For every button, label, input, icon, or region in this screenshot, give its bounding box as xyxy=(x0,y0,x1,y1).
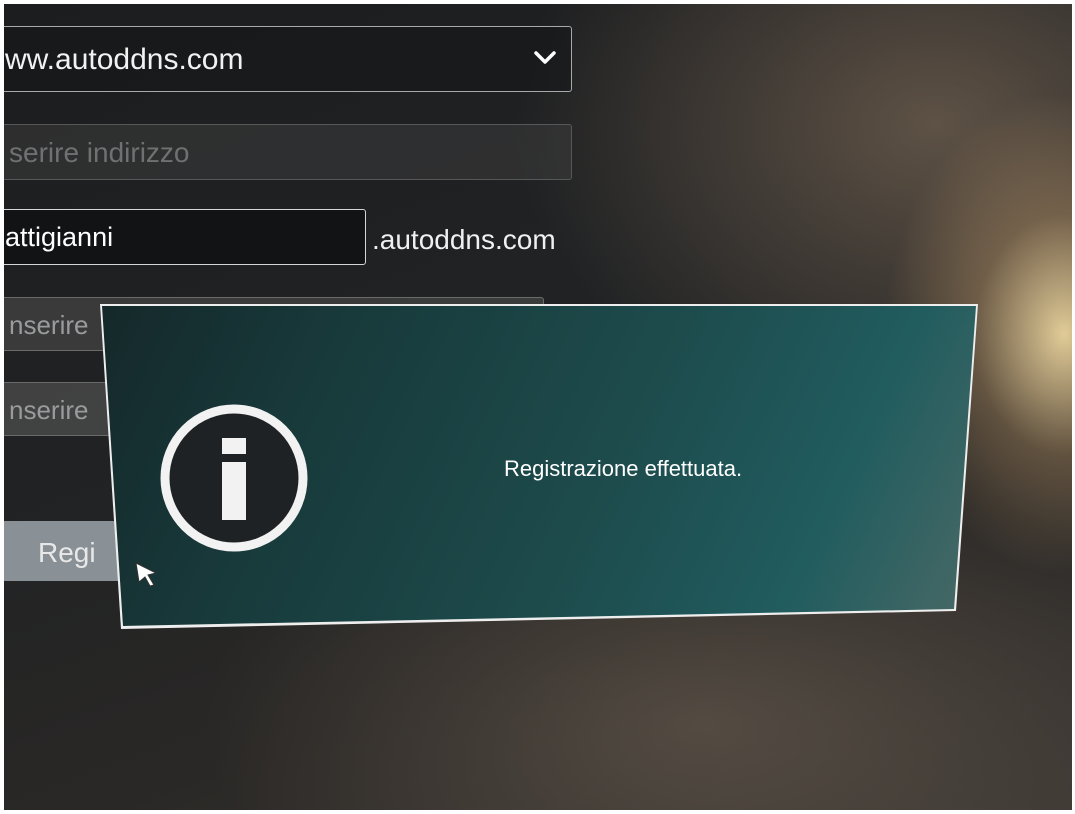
info-icon xyxy=(160,404,308,552)
info-dialog[interactable]: Registrazione effettuata. xyxy=(100,304,978,629)
ddns-server-value: ww.autoddns.com xyxy=(5,43,244,76)
server-address-placeholder: serire indirizzo xyxy=(9,137,190,168)
mouse-cursor-icon xyxy=(135,562,158,587)
domain-suffix: .autoddns.com xyxy=(372,224,556,255)
hostname-input[interactable]: attigianni xyxy=(4,209,366,265)
dialog-message: Registrazione effettuata. xyxy=(504,456,743,481)
hostname-value: attigianni xyxy=(5,222,114,252)
register-button-label: Regi xyxy=(38,537,96,568)
password-placeholder: nserire xyxy=(9,395,89,425)
info-dialog-body: Registrazione effettuata. xyxy=(102,306,976,626)
ddns-server-select[interactable]: ww.autoddns.com xyxy=(4,26,572,92)
username-placeholder: nserire xyxy=(9,310,89,340)
chevron-down-icon[interactable] xyxy=(533,49,557,67)
dvr-screen: ww.autoddns.com serire indirizzo attigia… xyxy=(4,4,1072,810)
server-address-input[interactable]: serire indirizzo xyxy=(4,124,572,180)
